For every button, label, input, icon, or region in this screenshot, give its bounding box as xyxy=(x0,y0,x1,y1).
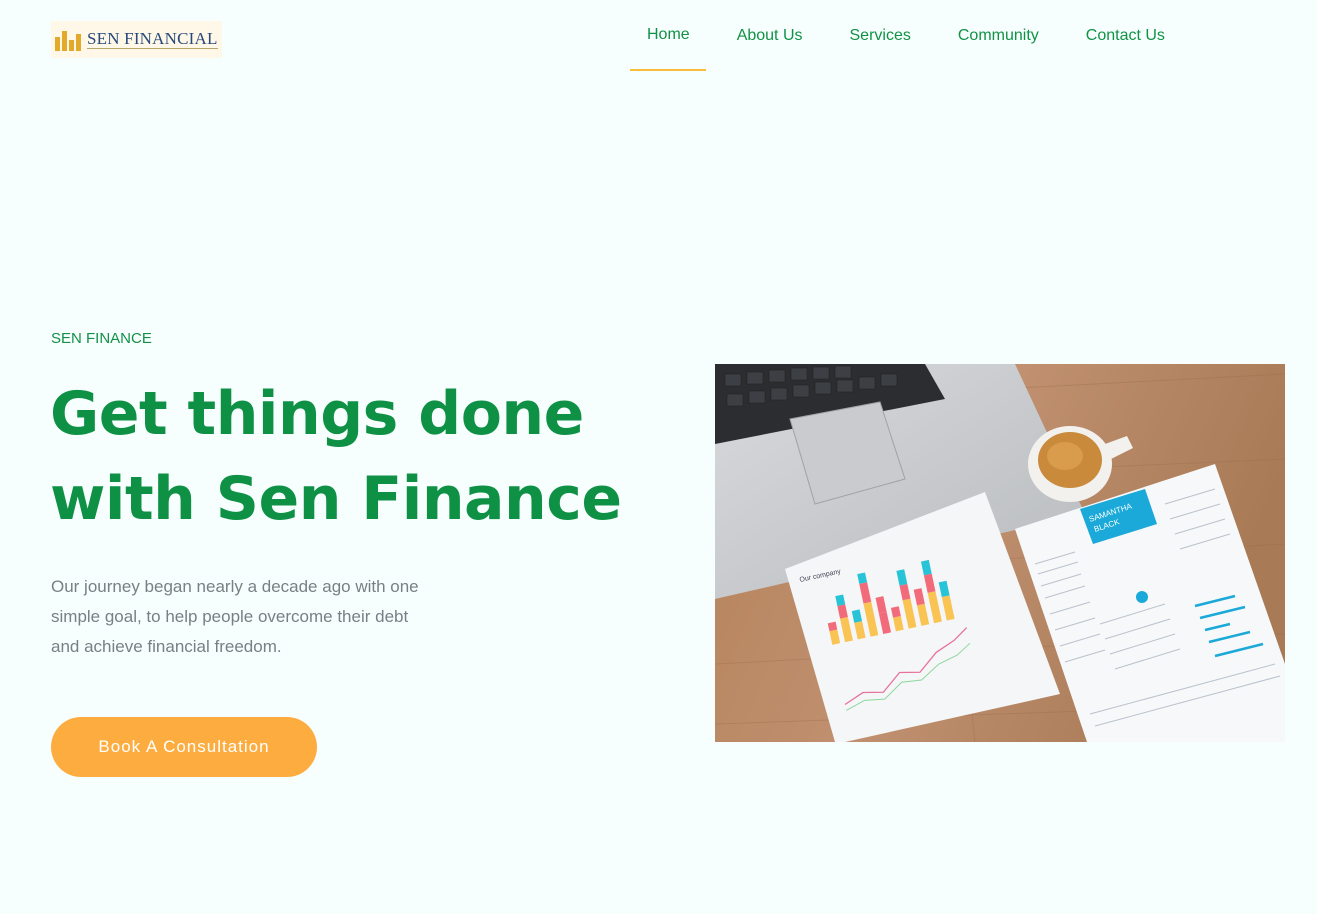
nav-item-services[interactable]: Services xyxy=(833,0,927,71)
logo-bars-icon xyxy=(55,29,81,51)
hero-description: Our journey began nearly a decade ago wi… xyxy=(51,572,461,662)
main-nav: Home About Us Services Community Contact… xyxy=(630,0,1195,72)
nav-item-community[interactable]: Community xyxy=(941,0,1055,71)
hero-eyebrow: SEN FINANCE xyxy=(51,330,152,347)
hero-photo: Our company SAMANTHA BLACK xyxy=(715,364,1285,742)
hero-title-line-1: Get things done xyxy=(50,379,584,449)
hero-title: Get things done with Sen Finance xyxy=(50,372,670,542)
nav-item-contact-us[interactable]: Contact Us xyxy=(1069,0,1181,71)
logo-text: SEN FINANCIAL xyxy=(87,29,218,49)
hero-description-line-2: simple goal, to help people overcome the… xyxy=(51,607,409,626)
nav-item-home[interactable]: Home xyxy=(630,0,706,71)
hero-description-line-3: and achieve financial freedom. xyxy=(51,637,282,656)
hero-title-line-2: with Sen Finance xyxy=(50,464,622,534)
book-consultation-button[interactable]: Book A Consultation xyxy=(51,717,317,777)
logo[interactable]: SEN FINANCIAL xyxy=(51,21,222,58)
nav-item-about-us[interactable]: About Us xyxy=(720,0,819,71)
hero-description-line-1: Our journey began nearly a decade ago wi… xyxy=(51,577,419,596)
